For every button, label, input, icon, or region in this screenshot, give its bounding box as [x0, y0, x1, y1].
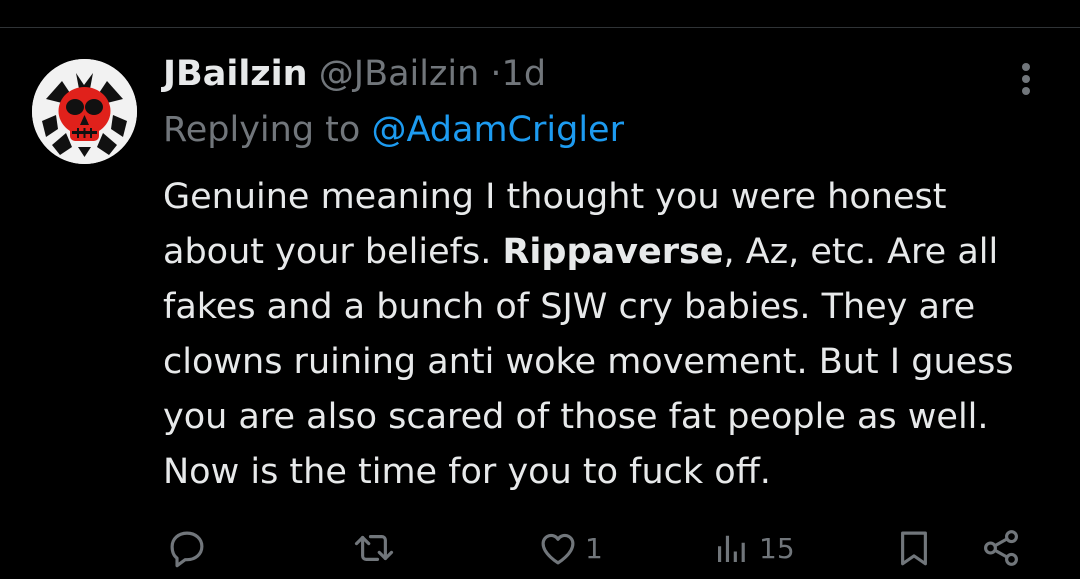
bookmark-button[interactable] [893, 520, 935, 576]
like-button[interactable]: 1 [537, 520, 603, 576]
avatar[interactable] [32, 59, 137, 164]
replying-to-handle[interactable]: @AdamCrigler [371, 110, 624, 150]
bookmark-icon [901, 531, 927, 566]
more-options-button[interactable] [1012, 58, 1040, 98]
like-count: 1 [585, 531, 603, 565]
retweet-button[interactable] [353, 520, 401, 576]
top-divider [0, 0, 1080, 28]
user-handle[interactable]: @JBailzin [319, 54, 480, 94]
views-button[interactable]: 15 [711, 520, 795, 576]
tweet-text-bold: Rippaverse [502, 232, 724, 272]
reply-button[interactable] [166, 520, 214, 576]
views-count: 15 [759, 531, 795, 565]
action-bar: 1 15 [0, 520, 1080, 576]
replying-to: Replying to @AdamCrigler [163, 108, 624, 152]
reply-icon [170, 531, 204, 568]
share-icon [984, 530, 1018, 566]
heart-icon [541, 533, 575, 565]
more-options-dot [1022, 87, 1030, 95]
share-button[interactable] [980, 520, 1022, 576]
tweet[interactable]: JBailzin @JBailzin ·1d Replying to @Adam… [0, 28, 1080, 579]
more-options-dot [1022, 75, 1030, 83]
tweet-header: JBailzin @JBailzin ·1d [163, 52, 546, 96]
retweet-icon [354, 535, 394, 561]
views-bar-chart-icon [718, 535, 745, 562]
display-name[interactable]: JBailzin [163, 54, 308, 94]
tweet-text: Genuine meaning I thought you were hones… [163, 170, 1058, 500]
more-options-icon [1022, 63, 1030, 71]
timestamp[interactable]: 1d [502, 54, 547, 94]
skull-avatar-icon [32, 59, 137, 164]
replying-to-label: Replying to [163, 110, 361, 150]
header-separator: · [490, 54, 502, 94]
